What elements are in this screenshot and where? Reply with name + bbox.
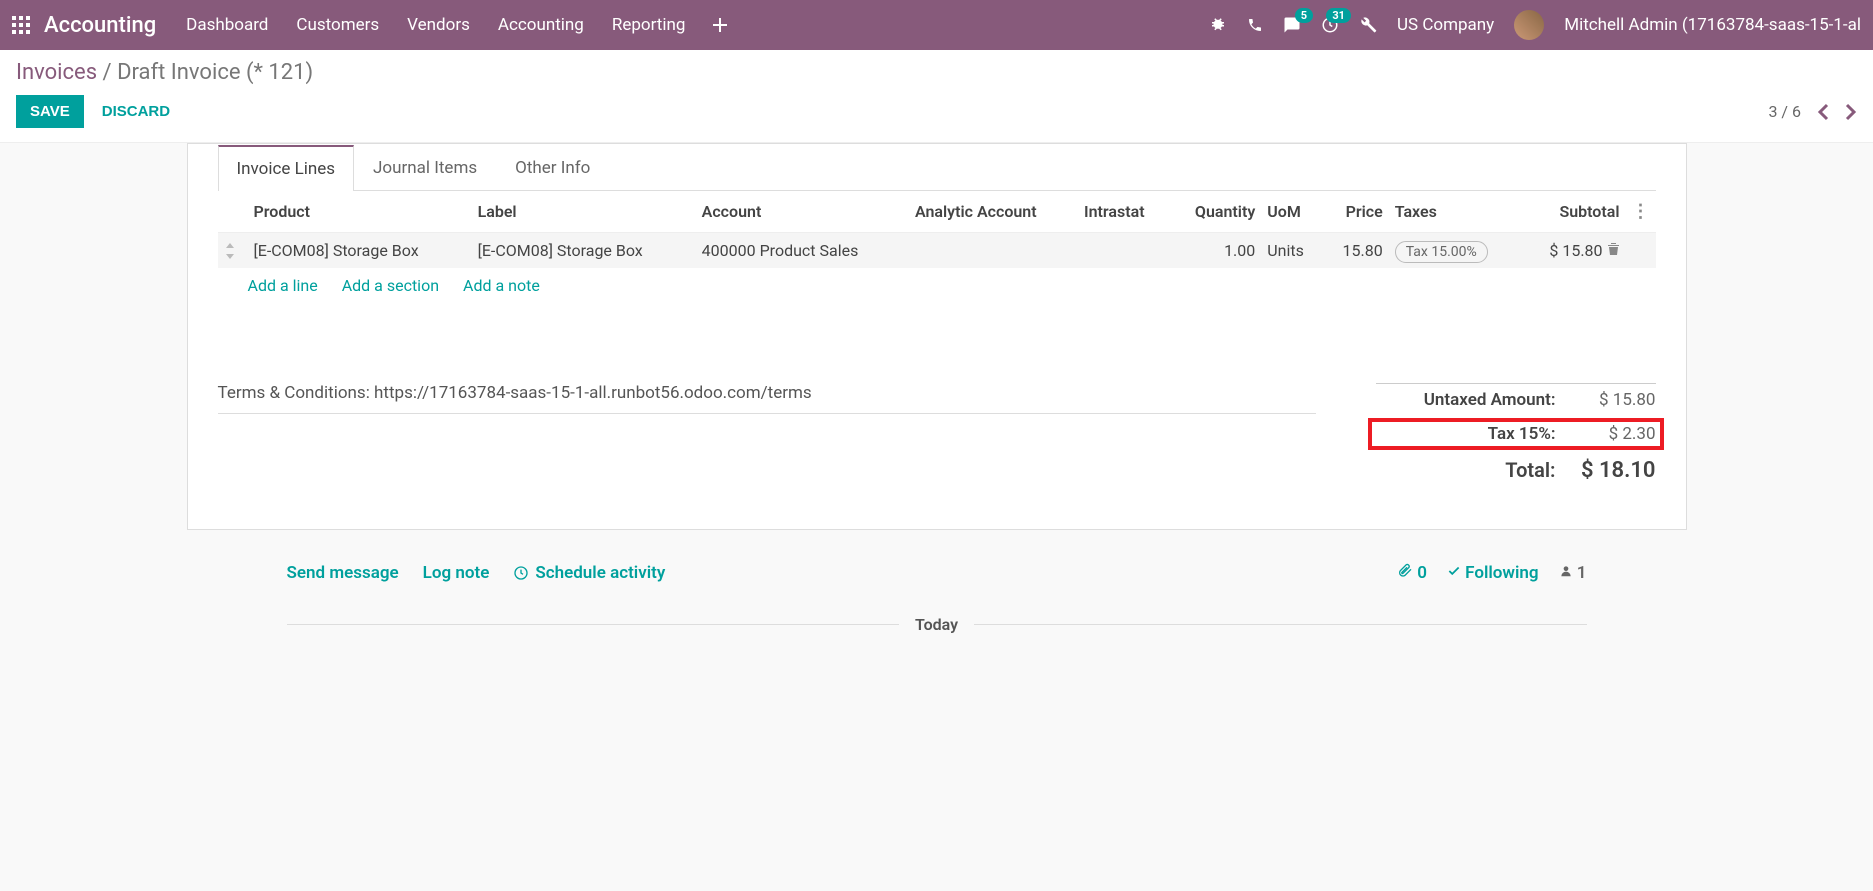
following-button[interactable]: Following — [1447, 563, 1539, 583]
today-separator: Today — [287, 615, 1587, 634]
apps-icon[interactable] — [12, 16, 30, 34]
menu-reporting[interactable]: Reporting — [612, 15, 686, 35]
cell-taxes[interactable]: Tax 15.00% — [1389, 233, 1522, 269]
company-switcher[interactable]: US Company — [1397, 15, 1494, 35]
cell-quantity[interactable]: 1.00 — [1170, 233, 1261, 269]
activities-icon[interactable]: 31 — [1321, 16, 1339, 34]
add-section-link[interactable]: Add a section — [342, 276, 439, 295]
paperclip-icon — [1397, 562, 1413, 578]
schedule-activity-button[interactable]: Schedule activity — [513, 563, 665, 583]
pager-next-icon[interactable] — [1845, 103, 1857, 121]
plus-icon[interactable] — [713, 18, 727, 32]
total-value: $ 18.10 — [1556, 458, 1656, 483]
form-sheet: Invoice Lines Journal Items Other Info P… — [187, 143, 1687, 530]
tab-journal-items[interactable]: Journal Items — [354, 145, 496, 191]
pager-prev-icon[interactable] — [1817, 103, 1829, 121]
tools-icon[interactable] — [1359, 16, 1377, 34]
debug-icon[interactable] — [1209, 16, 1227, 34]
menu-customers[interactable]: Customers — [296, 15, 379, 35]
person-icon — [1559, 564, 1573, 578]
col-subtotal: Subtotal — [1522, 191, 1626, 233]
main-navbar: Accounting Dashboard Customers Vendors A… — [0, 0, 1873, 50]
cell-label[interactable]: [E-COM08] Storage Box — [472, 233, 696, 269]
tax-row-highlight: Tax 15%: $ 2.30 — [1368, 418, 1664, 450]
discard-button[interactable]: DISCARD — [102, 103, 170, 120]
pager: 3 / 6 — [1768, 102, 1857, 121]
cell-product[interactable]: [E-COM08] Storage Box — [248, 233, 472, 269]
phone-icon[interactable] — [1247, 17, 1263, 33]
col-taxes: Taxes — [1389, 191, 1522, 233]
cell-uom[interactable]: Units — [1261, 233, 1322, 269]
breadcrumb-root[interactable]: Invoices — [16, 60, 97, 85]
messages-badge: 5 — [1295, 8, 1313, 23]
tab-invoice-lines[interactable]: Invoice Lines — [218, 145, 355, 191]
chatter: Send message Log note Schedule activity … — [187, 550, 1687, 634]
menu-vendors[interactable]: Vendors — [407, 15, 470, 35]
add-line-link[interactable]: Add a line — [248, 276, 318, 295]
cell-account[interactable]: 400000 Product Sales — [696, 233, 909, 269]
main-menu: Dashboard Customers Vendors Accounting R… — [186, 15, 685, 35]
clock-icon — [513, 565, 529, 581]
untaxed-value: $ 15.80 — [1556, 390, 1656, 410]
send-message-button[interactable]: Send message — [287, 563, 399, 583]
cell-intrastat[interactable] — [1078, 233, 1170, 269]
tab-other-info[interactable]: Other Info — [496, 145, 609, 191]
col-account: Account — [696, 191, 909, 233]
action-bar: SAVE DISCARD 3 / 6 — [0, 85, 1873, 143]
activities-badge: 31 — [1326, 8, 1351, 23]
followers-button[interactable]: 1 — [1559, 563, 1587, 583]
attachments-button[interactable]: 0 — [1397, 562, 1427, 583]
menu-dashboard[interactable]: Dashboard — [186, 15, 268, 35]
totals-block: Untaxed Amount: $ 15.80 Tax 15%: $ 2.30 … — [1376, 383, 1656, 489]
invoice-lines-table: Product Label Account Analytic Account I… — [218, 191, 1656, 303]
pager-count[interactable]: 3 / 6 — [1768, 102, 1801, 121]
delete-line-icon[interactable] — [1607, 241, 1620, 260]
avatar[interactable] — [1514, 10, 1544, 40]
col-uom: UoM — [1261, 191, 1322, 233]
breadcrumb-current: Draft Invoice (* 121) — [117, 60, 313, 85]
col-label: Label — [472, 191, 696, 233]
table-row[interactable]: [E-COM08] Storage Box [E-COM08] Storage … — [218, 233, 1656, 269]
drag-handle-icon[interactable] — [218, 233, 248, 269]
menu-accounting[interactable]: Accounting — [498, 15, 584, 35]
col-product: Product — [248, 191, 472, 233]
untaxed-label: Untaxed Amount: — [1376, 390, 1556, 410]
breadcrumb-bar: Invoices / Draft Invoice (* 121) — [0, 50, 1873, 85]
add-note-link[interactable]: Add a note — [463, 276, 540, 295]
tax-value: $ 2.30 — [1556, 424, 1656, 444]
cell-analytic[interactable] — [909, 233, 1078, 269]
save-button[interactable]: SAVE — [16, 95, 84, 128]
tax-label: Tax 15%: — [1376, 424, 1556, 444]
col-analytic: Analytic Account — [909, 191, 1078, 233]
log-note-button[interactable]: Log note — [423, 563, 490, 583]
user-menu[interactable]: Mitchell Admin (17163784-saas-15-1-al — [1564, 15, 1861, 35]
tax-chip[interactable]: Tax 15.00% — [1395, 241, 1488, 263]
col-price: Price — [1323, 191, 1389, 233]
tabs: Invoice Lines Journal Items Other Info — [218, 144, 1656, 191]
app-name[interactable]: Accounting — [44, 13, 156, 38]
total-label: Total: — [1376, 458, 1556, 482]
cell-price[interactable]: 15.80 — [1323, 233, 1389, 269]
terms-field[interactable]: Terms & Conditions: https://17163784-saa… — [218, 383, 1316, 414]
columns-menu-icon[interactable]: ⋮ — [1632, 201, 1650, 222]
col-quantity: Quantity — [1170, 191, 1261, 233]
col-intrastat: Intrastat — [1078, 191, 1170, 233]
breadcrumb: Invoices / Draft Invoice (* 121) — [16, 60, 1857, 85]
check-icon — [1447, 564, 1461, 578]
messages-icon[interactable]: 5 — [1283, 16, 1301, 34]
cell-subtotal: $ 15.80 — [1522, 233, 1626, 269]
